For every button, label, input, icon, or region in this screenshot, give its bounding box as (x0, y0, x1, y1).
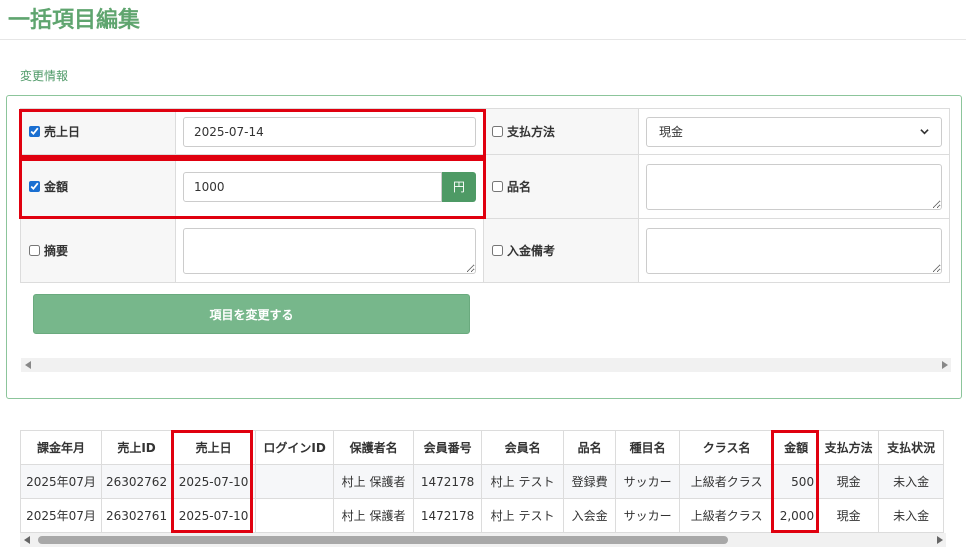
panel-horizontal-scrollbar[interactable] (21, 358, 951, 372)
table-cell: 2025年07月 (20, 464, 102, 499)
column-header[interactable]: ログインID (255, 430, 335, 465)
sales-table: 課金年月 売上ID 売上日 ログインID 保護者名 会員番号 会員名 品名 種目… (20, 430, 945, 533)
amount-label-cell: 金額 (20, 154, 176, 219)
column-header[interactable]: 支払状況 (878, 430, 945, 465)
column-header[interactable]: 支払方法 (818, 430, 880, 465)
table-cell: 村上 保護者 (333, 464, 415, 499)
table-cell: 上級者クラス (679, 464, 775, 499)
table-cell: 村上 テスト (481, 498, 565, 533)
apply-changes-button[interactable]: 項目を変更する (33, 294, 470, 334)
table-cell: 現金 (818, 464, 880, 499)
deposit-note-label-cell: 入金備考 (483, 218, 639, 283)
column-header[interactable]: 売上ID (100, 430, 173, 465)
table-cell: 1472178 (413, 498, 483, 533)
column-header[interactable]: 保護者名 (333, 430, 415, 465)
amount-value-cell: 円 (175, 154, 484, 219)
sales-date-label-cell: 売上日 (20, 108, 176, 155)
summary-label-cell: 摘要 (20, 218, 176, 283)
deposit-note-checkbox[interactable] (492, 245, 503, 256)
payment-method-checkbox[interactable] (492, 126, 503, 137)
table-cell: 1472178 (413, 464, 483, 499)
table-cell (255, 464, 335, 499)
sales-date-label: 売上日 (44, 125, 81, 139)
item-name-label: 品名 (507, 180, 532, 194)
payment-method-select[interactable]: 現金 (646, 116, 942, 147)
table-cell: サッカー (615, 464, 681, 499)
summary-checkbox[interactable] (29, 245, 40, 256)
scroll-right-arrow-icon[interactable] (937, 358, 951, 372)
column-header[interactable]: 課金年月 (20, 430, 102, 465)
table-cell: 村上 保護者 (333, 498, 415, 533)
table-cell: 2025-07-10 (171, 464, 257, 499)
column-header[interactable]: 品名 (563, 430, 617, 465)
summary-value-cell (175, 218, 484, 283)
table-cell: 上級者クラス (679, 498, 775, 533)
scroll-left-arrow-icon[interactable] (20, 533, 34, 547)
column-header[interactable]: 会員番号 (413, 430, 483, 465)
table-cell: 未入金 (878, 498, 945, 533)
amount-input[interactable] (183, 171, 442, 202)
table-cell: 2,000 (773, 498, 820, 533)
amount-input-group: 円 (183, 171, 476, 202)
sales-date-input[interactable] (183, 116, 476, 147)
page-title: 一括項目編集 (8, 8, 141, 33)
summary-label: 摘要 (44, 244, 69, 258)
table-cell: 26302762 (100, 464, 173, 499)
chevron-down-icon (920, 129, 929, 135)
table-cell: 500 (773, 464, 820, 499)
table-cell: 現金 (818, 498, 880, 533)
table-cell: 未入金 (878, 464, 945, 499)
table-row[interactable]: 2025年07月 26302762 2025-07-10 村上 保護者 1472… (20, 464, 945, 499)
table-cell: 入会金 (563, 498, 617, 533)
payment-method-value-cell: 現金 (638, 108, 950, 155)
item-name-label-cell: 品名 (483, 154, 639, 219)
amount-checkbox[interactable] (29, 181, 40, 192)
amount-unit-addon: 円 (442, 171, 476, 202)
item-name-textarea[interactable] (646, 163, 942, 210)
section-label: 変更情報 (20, 69, 69, 83)
table-cell: 26302761 (100, 498, 173, 533)
scroll-right-arrow-icon[interactable] (932, 533, 946, 547)
scroll-left-arrow-icon[interactable] (21, 358, 35, 372)
deposit-note-value-cell (638, 218, 950, 283)
edit-form-grid: 売上日 支払方法 現金 金額 円 (20, 108, 950, 283)
edit-panel: 売上日 支払方法 現金 金額 円 (6, 95, 962, 399)
amount-label: 金額 (44, 180, 69, 194)
table-cell (255, 498, 335, 533)
table-cell: サッカー (615, 498, 681, 533)
summary-textarea[interactable] (183, 227, 476, 274)
title-divider (0, 39, 966, 40)
deposit-note-textarea[interactable] (646, 227, 942, 274)
sales-date-checkbox[interactable] (29, 126, 40, 137)
column-header[interactable]: 売上日 (171, 430, 257, 465)
column-header[interactable]: クラス名 (679, 430, 775, 465)
column-header[interactable]: 金額 (773, 430, 820, 465)
column-header[interactable]: 会員名 (481, 430, 565, 465)
deposit-note-label: 入金備考 (507, 244, 556, 258)
table-cell: 2025年07月 (20, 498, 102, 533)
payment-method-label: 支払方法 (507, 125, 556, 139)
table-cell: 村上 テスト (481, 464, 565, 499)
table-cell: 登録費 (563, 464, 617, 499)
table-header-row: 課金年月 売上ID 売上日 ログインID 保護者名 会員番号 会員名 品名 種目… (20, 430, 945, 465)
item-name-checkbox[interactable] (492, 181, 503, 192)
table-row[interactable]: 2025年07月 26302761 2025-07-10 村上 保護者 1472… (20, 498, 945, 533)
sales-date-value-cell (175, 108, 484, 155)
column-header[interactable]: 種目名 (615, 430, 681, 465)
table-cell: 2025-07-10 (171, 498, 257, 533)
table-scrollbar-thumb[interactable] (38, 536, 728, 544)
payment-method-label-cell: 支払方法 (483, 108, 639, 155)
payment-method-selected: 現金 (659, 125, 684, 139)
item-name-value-cell (638, 154, 950, 219)
